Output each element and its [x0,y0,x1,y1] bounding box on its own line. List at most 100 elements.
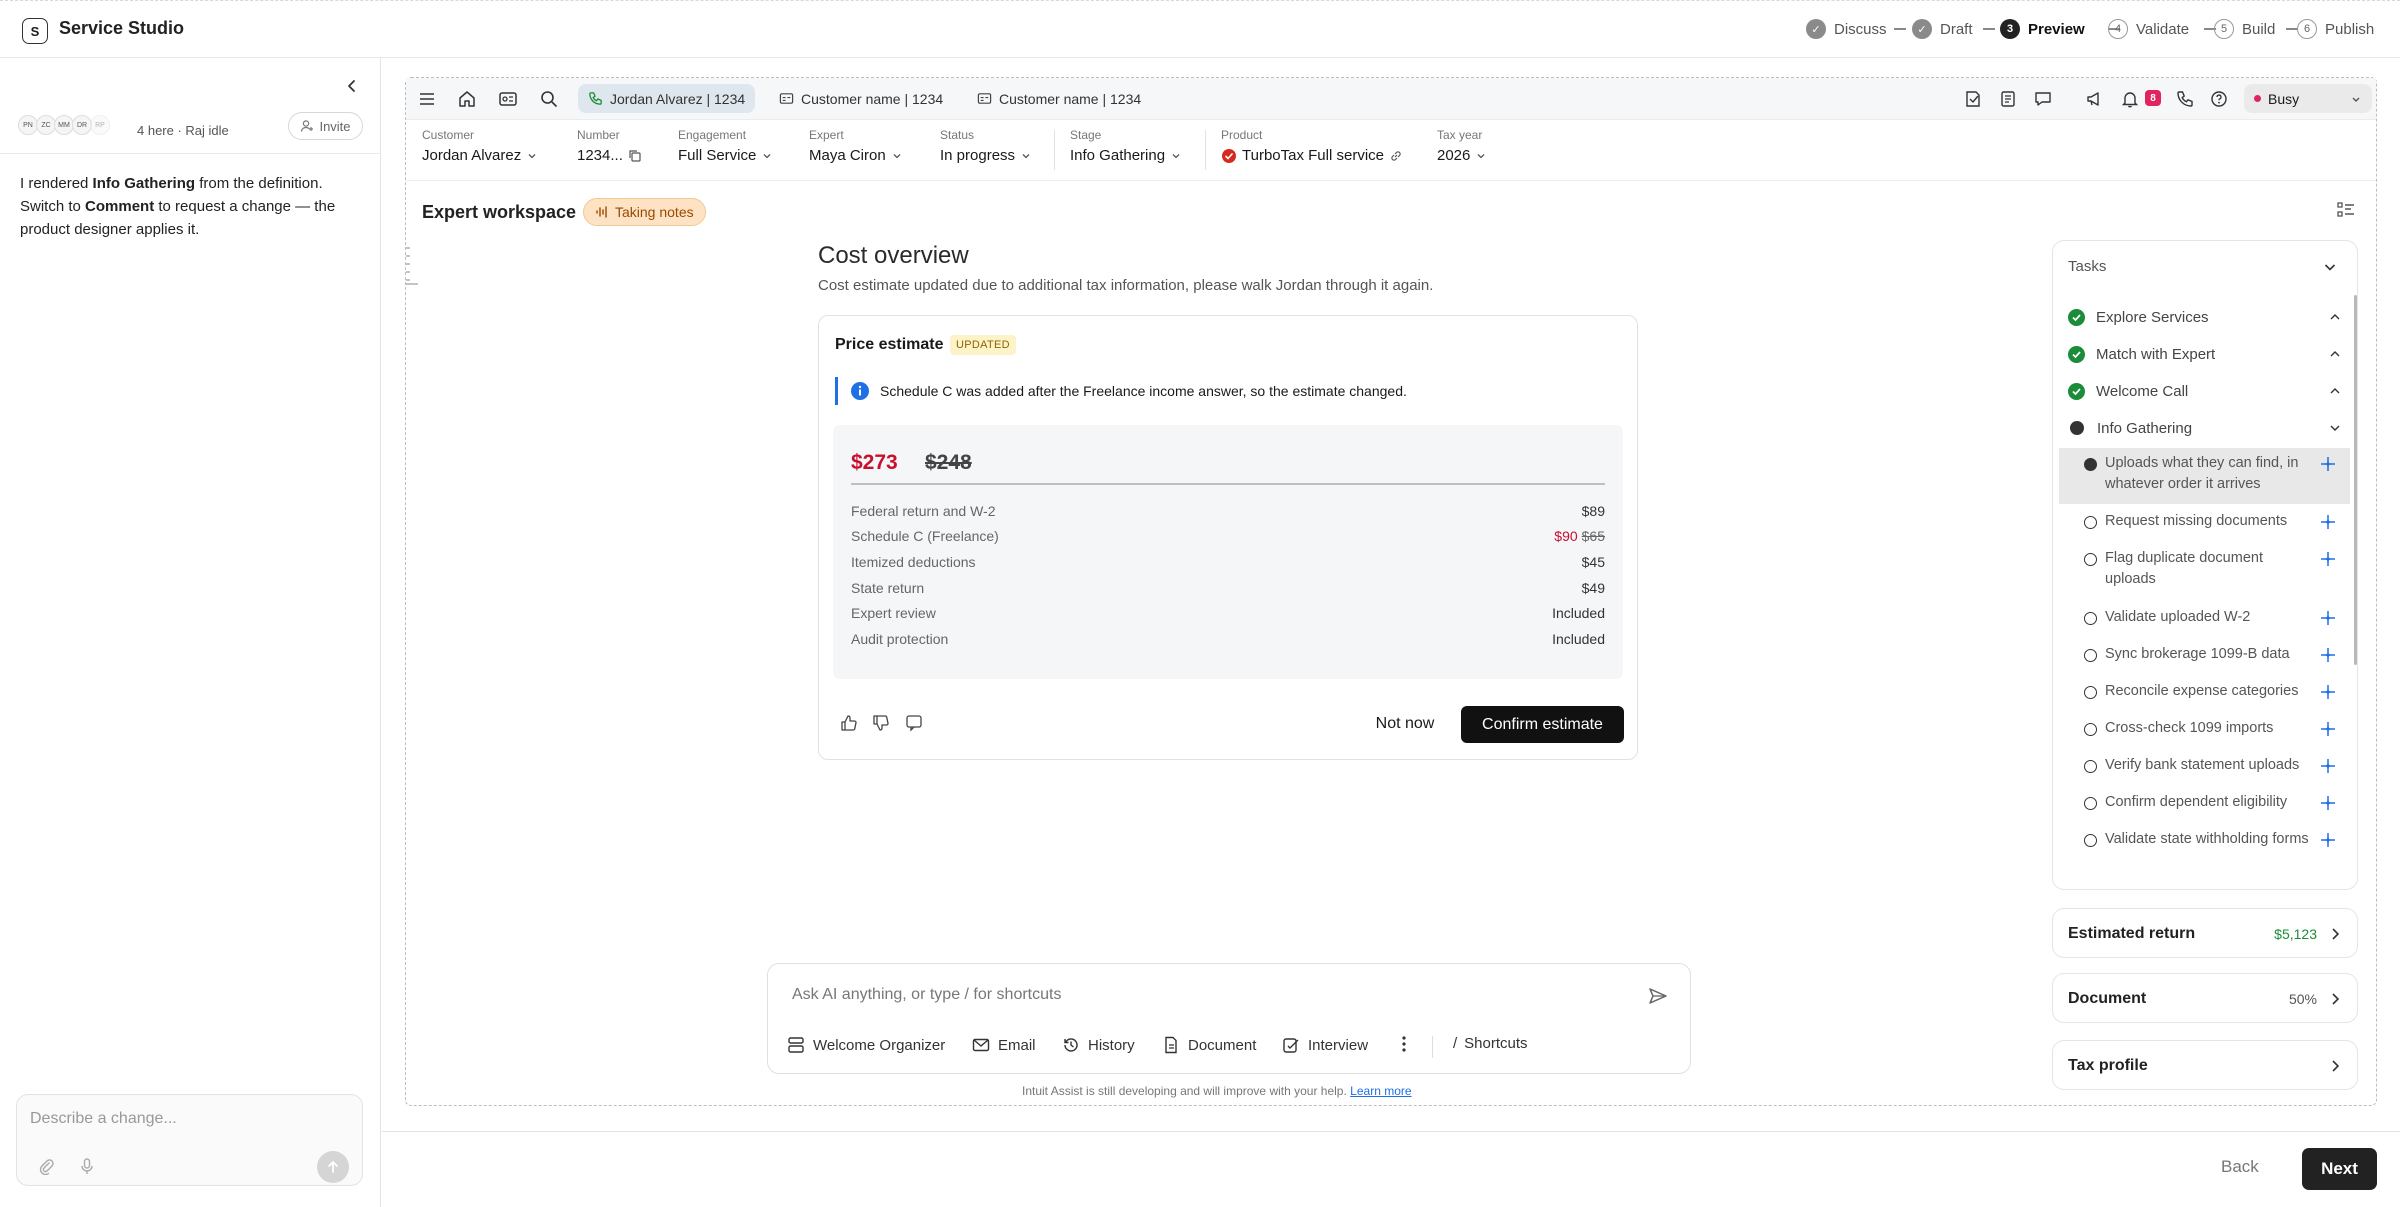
menu-icon[interactable] [417,89,437,109]
status-ring [2084,553,2097,566]
organizer-icon [788,1037,804,1053]
status-dropdown[interactable]: Busy [2244,84,2372,113]
feedback-icon[interactable] [904,713,924,733]
collapse-panel-button[interactable] [342,76,362,96]
summary-label: Estimated return [2068,925,2196,942]
bell-icon[interactable] [2120,89,2140,109]
invite-button[interactable]: Invite [288,112,363,140]
step-label: Publish [2325,20,2375,38]
slash-icon: / [1453,1035,1458,1052]
chevron-down-icon[interactable] [2321,258,2339,276]
step-publish[interactable]: 6 Publish [2297,19,2374,39]
avatar: DR [72,115,92,135]
meta-engagement[interactable]: Engagement Full Service [678,128,773,164]
status-ring [2084,797,2097,810]
history-button[interactable]: History [1061,1035,1135,1055]
email-button[interactable]: Email [971,1035,1036,1055]
step-preview[interactable]: 3 Preview [2000,19,2085,39]
shortcuts-button[interactable]: / Shortcuts [1453,1035,1528,1052]
avatar: PN [18,115,38,135]
stage-match-with-expert[interactable]: Match with Expert [2068,342,2343,366]
old-price: $248 [925,451,972,474]
id-card-icon [779,93,794,104]
document-list-icon[interactable] [1998,89,2018,109]
next-button[interactable]: Next [2302,1148,2377,1190]
welcome-organizer-button[interactable]: Welcome Organizer [786,1035,945,1055]
meta-product[interactable]: Product TurboTax Full service [1221,128,1403,164]
step-draft[interactable]: ✓ Draft [1912,19,1973,39]
learn-more-link[interactable]: Learn more [1350,1084,1411,1098]
document-card[interactable]: Document 50% [2052,973,2358,1023]
phone-icon[interactable] [2175,89,2195,109]
chat-icon[interactable] [2033,89,2053,109]
divider [406,180,2376,181]
subtask-label: Reconcile expense categories [2105,683,2299,699]
meta-label: Tax year [1437,128,1483,142]
meta-value: 2026 [1437,147,1471,164]
tax-profile-card[interactable]: Tax profile [2052,1040,2358,1090]
subtask-label: Uploads what they can find, in whatever … [2105,455,2299,492]
step-validate[interactable]: 4 Validate [2108,19,2189,39]
help-icon[interactable] [2209,89,2229,109]
chevron-right-icon [2332,928,2340,940]
send-button[interactable] [317,1151,349,1183]
meta-number[interactable]: Number 1234... [577,128,642,164]
row-label: Itemized deductions [851,554,976,570]
sparkle-icon [2321,552,2335,566]
thumbs-up-icon[interactable] [839,713,859,733]
tool-label: Document [1188,1036,1257,1054]
more-vertical-icon [1402,1036,1406,1052]
tasks-scrollbar[interactable] [2354,295,2357,665]
id-card-icon [977,93,992,104]
describe-change-input[interactable]: Describe a change... [16,1094,363,1186]
chevron-down-icon [1477,153,1485,158]
status-dot [2084,458,2097,471]
stage-welcome-call[interactable]: Welcome Call [2068,379,2343,403]
status-ring [2084,834,2097,847]
sparkle-icon [2321,796,2335,810]
avatar: MM [54,115,74,135]
updated-badge: UPDATED [950,335,1016,355]
tab-call-jordan[interactable]: Jordan Alvarez | 1234 [578,84,756,113]
step-label: Discuss [1834,20,1887,38]
stage-info-gathering[interactable]: Info Gathering [2068,416,2343,440]
status-ring [2084,516,2097,529]
attach-icon[interactable] [37,1157,55,1175]
meta-label: Number [577,128,620,142]
copy-icon [629,149,641,162]
step-build[interactable]: 5 Build [2214,19,2275,39]
megaphone-icon[interactable] [2085,89,2105,109]
stage-explore-services[interactable]: Explore Services [2068,305,2343,329]
price-row: Itemized deductions $45 [851,554,1605,570]
subtask-item[interactable]: Uploads what they can find, in whatever … [2062,453,2342,497]
meta-customer[interactable]: Customer Jordan Alvarez [422,128,538,164]
step-connector [1983,28,1995,30]
chevron-down-icon [528,153,536,158]
ask-ai-composer[interactable]: Ask AI anything, or type / for shortcuts… [767,963,1691,1074]
thumbs-down-icon[interactable] [871,713,891,733]
step-discuss[interactable]: ✓ Discuss [1806,19,1887,39]
interview-button[interactable]: Interview [1281,1035,1368,1055]
tab-customer-1[interactable]: Customer name | 1234 [769,84,953,113]
microphone-icon[interactable] [78,1157,96,1175]
send-icon[interactable] [1647,985,1669,1007]
tab-customer-2[interactable]: Customer name | 1234 [967,84,1151,113]
home-icon[interactable] [457,89,477,109]
subtask-label: Flag duplicate document uploads [2105,550,2263,587]
meta-expert[interactable]: Expert Maya Ciron [809,128,903,164]
sparkle-icon [2321,648,2335,662]
meta-stage[interactable]: Stage Info Gathering [1070,128,1182,164]
back-button[interactable]: Back [2221,1157,2259,1177]
meta-tax-year[interactable]: Tax year 2026 [1437,128,1487,164]
search-icon[interactable] [539,89,559,109]
taking-notes-badge[interactable]: Taking notes [583,198,706,226]
notes-icon[interactable] [1963,89,1983,109]
meta-status[interactable]: Status In progress [940,128,1032,164]
checklist-icon[interactable] [2335,199,2357,221]
document-button[interactable]: Document [1161,1035,1256,1055]
estimated-return-card[interactable]: Estimated return $5,123 [2052,908,2358,958]
not-now-button[interactable]: Not now [1359,707,1451,741]
more-button[interactable] [1401,1035,1407,1053]
id-card-icon[interactable] [498,89,518,109]
confirm-estimate-button[interactable]: Confirm estimate [1461,706,1624,743]
